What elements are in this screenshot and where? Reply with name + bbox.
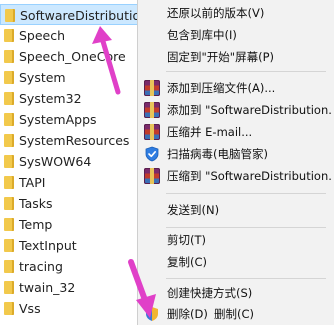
folder-icon bbox=[4, 260, 14, 273]
folder-item-system32[interactable]: System32 bbox=[0, 88, 150, 109]
annotation-text: 删制(C) bbox=[214, 307, 255, 321]
menu-item-label: 包含到库中(I) bbox=[167, 28, 237, 42]
folder-item-tracing[interactable]: tracing bbox=[0, 256, 150, 277]
folder-label: TextInput bbox=[19, 238, 77, 253]
folder-label: System bbox=[19, 70, 66, 85]
menu-item-label: 添加到压缩文件(A)... bbox=[167, 81, 276, 95]
menu-item-label: 复制(C) bbox=[167, 255, 208, 269]
folder-icon bbox=[4, 281, 14, 294]
folder-item-twain-32[interactable]: twain_32 bbox=[0, 277, 150, 298]
menu-item-copy[interactable]: 复制(C) bbox=[138, 251, 334, 273]
folder-item-systemapps[interactable]: SystemApps bbox=[0, 109, 150, 130]
folder-list: SoftwareDistribution Speech Speech_OneCo… bbox=[0, 0, 150, 325]
folder-icon bbox=[4, 29, 14, 42]
archive-icon bbox=[144, 102, 160, 118]
shield-icon bbox=[146, 307, 158, 321]
folder-item-textinput[interactable]: TextInput bbox=[0, 235, 150, 256]
folder-item-speech[interactable]: Speech bbox=[0, 25, 150, 46]
menu-item-send-to[interactable]: 发送到(N) bbox=[138, 199, 334, 221]
menu-item-label: 剪切(T) bbox=[167, 233, 206, 247]
menu-item-label: 固定到"开始"屏幕(P) bbox=[167, 50, 274, 64]
folder-label: TAPI bbox=[19, 175, 46, 190]
menu-item-delete[interactable]: 删除(D) 删制(C) bbox=[138, 303, 334, 325]
folder-label: SoftwareDistribution bbox=[20, 8, 149, 23]
folder-label: Vss bbox=[19, 301, 41, 316]
menu-separator bbox=[166, 278, 326, 279]
folder-label: tracing bbox=[19, 259, 63, 274]
folder-label: SystemResources bbox=[19, 133, 130, 148]
folder-label: twain_32 bbox=[19, 280, 76, 295]
folder-item-systemresources[interactable]: SystemResources bbox=[0, 130, 150, 151]
menu-item-pin-to-start[interactable]: 固定到"开始"屏幕(P) bbox=[138, 46, 334, 68]
menu-item-add-to-named-archive[interactable]: 添加到 "SoftwareDistribution. bbox=[138, 99, 334, 121]
menu-separator bbox=[166, 71, 326, 72]
folder-item-temp[interactable]: Temp bbox=[0, 214, 150, 235]
menu-separator bbox=[166, 193, 326, 194]
shield-check-icon bbox=[145, 146, 159, 162]
folder-item-softwaredistribution[interactable]: SoftwareDistribution bbox=[0, 4, 150, 25]
menu-separator bbox=[166, 227, 326, 228]
archive-icon bbox=[144, 168, 160, 184]
folder-icon bbox=[4, 113, 14, 126]
menu-item-label: 还原以前的版本(V) bbox=[167, 6, 265, 20]
folder-item-syswow64[interactable]: SysWOW64 bbox=[0, 151, 150, 172]
folder-label: Tasks bbox=[19, 196, 53, 211]
context-menu: 还原以前的版本(V) 包含到库中(I) 固定到"开始"屏幕(P) 添加到压缩文件… bbox=[137, 0, 334, 325]
menu-item-label: 删除(D) bbox=[167, 307, 208, 321]
folder-label: SysWOW64 bbox=[19, 154, 92, 169]
menu-item-label: 发送到(N) bbox=[167, 203, 220, 217]
folder-icon bbox=[4, 155, 14, 168]
menu-item-compress-to-named[interactable]: 压缩到 "SoftwareDistribution. bbox=[138, 165, 334, 187]
folder-item-vss[interactable]: Vss bbox=[0, 298, 150, 319]
folder-label: Speech bbox=[19, 28, 66, 43]
menu-item-label: 扫描病毒(电脑管家) bbox=[167, 147, 268, 161]
menu-item-scan-virus[interactable]: 扫描病毒(电脑管家) bbox=[138, 143, 334, 165]
folder-icon bbox=[4, 239, 14, 252]
folder-item-speech-onecore[interactable]: Speech_OneCore bbox=[0, 46, 150, 67]
menu-item-label: 创建快捷方式(S) bbox=[167, 286, 253, 300]
folder-label: System32 bbox=[19, 91, 82, 106]
folder-label: Temp bbox=[19, 217, 53, 232]
menu-item-restore-previous[interactable]: 还原以前的版本(V) bbox=[138, 2, 334, 24]
folder-icon bbox=[4, 197, 14, 210]
menu-item-label: 添加到 "SoftwareDistribution. bbox=[167, 103, 332, 117]
archive-icon bbox=[144, 124, 160, 140]
folder-icon bbox=[4, 218, 14, 231]
menu-item-create-shortcut[interactable]: 创建快捷方式(S) bbox=[138, 282, 334, 304]
menu-item-label: 压缩并 E-mail... bbox=[167, 125, 253, 139]
folder-label: SystemApps bbox=[19, 112, 97, 127]
folder-icon bbox=[4, 92, 14, 105]
folder-icon bbox=[4, 134, 14, 147]
folder-icon bbox=[4, 71, 14, 84]
folder-icon bbox=[5, 9, 15, 22]
folder-item-system[interactable]: System bbox=[0, 67, 150, 88]
folder-item-tasks[interactable]: Tasks bbox=[0, 193, 150, 214]
folder-label: Speech_OneCore bbox=[19, 49, 126, 64]
menu-item-cut[interactable]: 剪切(T) bbox=[138, 229, 334, 251]
folder-icon bbox=[4, 302, 14, 315]
folder-icon bbox=[4, 50, 14, 63]
menu-item-label: 压缩到 "SoftwareDistribution. bbox=[167, 169, 332, 183]
menu-item-add-to-archive[interactable]: 添加到压缩文件(A)... bbox=[138, 77, 334, 99]
archive-icon bbox=[144, 80, 160, 96]
folder-item-tapi[interactable]: TAPI bbox=[0, 172, 150, 193]
menu-item-compress-and-email[interactable]: 压缩并 E-mail... bbox=[138, 121, 334, 143]
menu-item-include-in-library[interactable]: 包含到库中(I) bbox=[138, 24, 334, 46]
folder-icon bbox=[4, 176, 14, 189]
